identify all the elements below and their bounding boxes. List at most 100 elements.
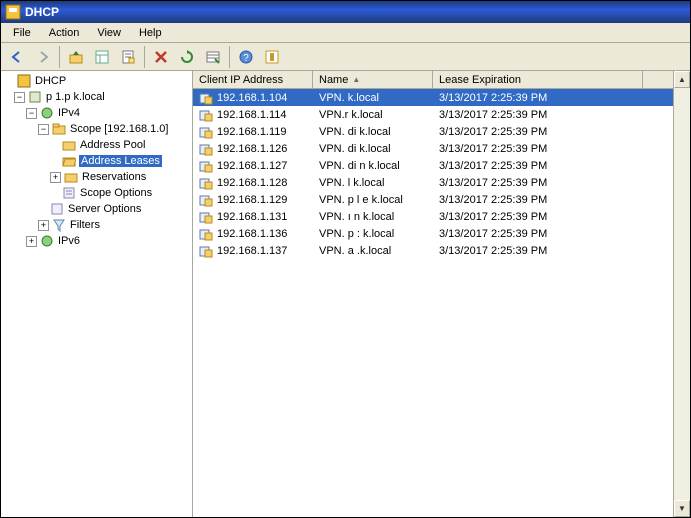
tree-pane[interactable]: DHCP − p 1.p k.local	[1, 71, 193, 517]
name-value: VPN. di k.local	[319, 143, 391, 155]
expand-toggle[interactable]: +	[50, 172, 61, 183]
column-header-ip[interactable]: Client IP Address	[193, 71, 313, 88]
tree-reservations[interactable]: + Reservations	[1, 169, 192, 185]
ip-value: 192.168.1.126	[217, 143, 287, 155]
menu-view[interactable]: View	[89, 25, 129, 41]
cell-lease: 3/13/2017 2:25:39 PM	[433, 125, 643, 139]
scroll-track[interactable]	[674, 88, 690, 500]
properties-button[interactable]	[116, 45, 140, 69]
tree-server[interactable]: − p 1.p k.local	[1, 89, 192, 105]
twisty-blank	[3, 76, 14, 87]
table-row[interactable]: 192.168.1.137VPN. a .k.local3/13/2017 2:…	[193, 242, 690, 259]
body-area: DHCP − p 1.p k.local	[1, 71, 690, 517]
forward-icon	[35, 49, 51, 65]
app-icon	[5, 4, 21, 20]
cell-ip: 192.168.1.114	[193, 107, 313, 123]
column-label: Name	[319, 74, 348, 86]
table-row[interactable]: 192.168.1.126VPN. di k.local3/13/2017 2:…	[193, 140, 690, 157]
tree-scope[interactable]: − Scope [192.168.1.0]	[1, 121, 192, 137]
properties-icon	[120, 49, 136, 65]
up-button[interactable]	[64, 45, 88, 69]
lease-icon	[199, 142, 213, 156]
table-row[interactable]: 192.168.1.136VPN. p : k.local3/13/2017 2…	[193, 225, 690, 242]
tree-toggle-icon	[94, 49, 110, 65]
forward-button[interactable]	[31, 45, 55, 69]
export-list-icon	[205, 49, 221, 65]
cell-name: VPN. di k.local	[313, 142, 433, 156]
name-value: VPN. p l e k.local	[319, 194, 403, 206]
table-row[interactable]: 192.168.1.128VPN. l k.local3/13/2017 2:2…	[193, 174, 690, 191]
ipv6-icon	[40, 234, 54, 248]
collapse-toggle[interactable]: −	[14, 92, 25, 103]
tree-filters[interactable]: + Filters	[1, 217, 192, 233]
tree-label: Address Leases	[79, 155, 162, 167]
column-label: Lease Expiration	[439, 74, 521, 86]
cell-ip: 192.168.1.131	[193, 209, 313, 225]
help-icon: ?	[238, 49, 254, 65]
tree-address-pool[interactable]: Address Pool	[1, 137, 192, 153]
tree-ipv6[interactable]: + IPv6	[1, 233, 192, 249]
collapse-toggle[interactable]: −	[38, 124, 49, 135]
lease-value: 3/13/2017 2:25:39 PM	[439, 211, 547, 223]
lease-icon	[199, 244, 213, 258]
list-body[interactable]: 192.168.1.104VPN. k.local3/13/2017 2:25:…	[193, 89, 690, 517]
ip-value: 192.168.1.131	[217, 211, 287, 223]
console-tree[interactable]: DHCP − p 1.p k.local	[1, 73, 192, 249]
table-row[interactable]: 192.168.1.129VPN. p l e k.local3/13/2017…	[193, 191, 690, 208]
cell-name: VPN.r k.local	[313, 108, 433, 122]
vertical-scrollbar[interactable]: ▲ ▼	[673, 71, 690, 517]
collapse-toggle[interactable]: −	[26, 108, 37, 119]
ip-value: 192.168.1.128	[217, 177, 287, 189]
options-icon	[50, 202, 64, 216]
show-hide-tree-button[interactable]	[90, 45, 114, 69]
refresh-button[interactable]	[175, 45, 199, 69]
table-row[interactable]: 192.168.1.127VPN. di n k.local3/13/2017 …	[193, 157, 690, 174]
menu-action[interactable]: Action	[41, 25, 88, 41]
back-button[interactable]	[5, 45, 29, 69]
delete-button[interactable]	[149, 45, 173, 69]
scroll-down-button[interactable]: ▼	[674, 500, 690, 517]
cell-ip: 192.168.1.129	[193, 192, 313, 208]
cell-lease: 3/13/2017 2:25:39 PM	[433, 244, 643, 258]
tree-label: IPv6	[57, 235, 81, 247]
lease-value: 3/13/2017 2:25:39 PM	[439, 126, 547, 138]
cell-ip: 192.168.1.128	[193, 175, 313, 191]
ip-value: 192.168.1.119	[217, 126, 287, 138]
expand-toggle[interactable]: +	[38, 220, 49, 231]
tree-scope-options[interactable]: Scope Options	[1, 185, 192, 201]
lease-value: 3/13/2017 2:25:39 PM	[439, 228, 547, 240]
cell-lease: 3/13/2017 2:25:39 PM	[433, 108, 643, 122]
cell-lease: 3/13/2017 2:25:39 PM	[433, 91, 643, 105]
export-list-button[interactable]	[201, 45, 225, 69]
lease-icon	[199, 108, 213, 122]
column-header-lease[interactable]: Lease Expiration	[433, 71, 643, 88]
folder-open-icon	[62, 154, 76, 168]
toolbar-separator	[229, 46, 230, 68]
ip-value: 192.168.1.129	[217, 194, 287, 206]
cell-ip: 192.168.1.127	[193, 158, 313, 174]
list-header: Client IP Address Name▲ Lease Expiration	[193, 71, 690, 89]
filters-icon	[52, 218, 66, 232]
window-title: DHCP	[25, 5, 59, 19]
menu-help[interactable]: Help	[131, 25, 170, 41]
table-row[interactable]: 192.168.1.114 VPN.r k.local3/13/2017 2:25…	[193, 106, 690, 123]
toolbar: ?	[1, 43, 690, 71]
column-header-name[interactable]: Name▲	[313, 71, 433, 88]
table-row[interactable]: 192.168.1.131VPN. ı n k.local3/13/2017 2…	[193, 208, 690, 225]
table-row[interactable]: 192.168.1.119VPN. di k.local3/13/2017 2:…	[193, 123, 690, 140]
action2-icon	[264, 49, 280, 65]
tree-ipv4[interactable]: − IPv4	[1, 105, 192, 121]
ip-value: 192.168.1.114	[217, 109, 287, 121]
tree-server-options[interactable]: Server Options	[1, 201, 192, 217]
help-button[interactable]: ?	[234, 45, 258, 69]
scroll-up-button[interactable]: ▲	[674, 71, 690, 88]
action2-button[interactable]	[260, 45, 284, 69]
name-value: VPN. di n k.local	[319, 160, 400, 172]
table-row[interactable]: 192.168.1.104VPN. k.local3/13/2017 2:25:…	[193, 89, 690, 106]
lease-icon	[199, 193, 213, 207]
toolbar-separator	[59, 46, 60, 68]
menu-file[interactable]: File	[5, 25, 39, 41]
tree-address-leases[interactable]: Address Leases	[1, 153, 192, 169]
expand-toggle[interactable]: +	[26, 236, 37, 247]
tree-root-dhcp[interactable]: DHCP	[1, 73, 192, 89]
